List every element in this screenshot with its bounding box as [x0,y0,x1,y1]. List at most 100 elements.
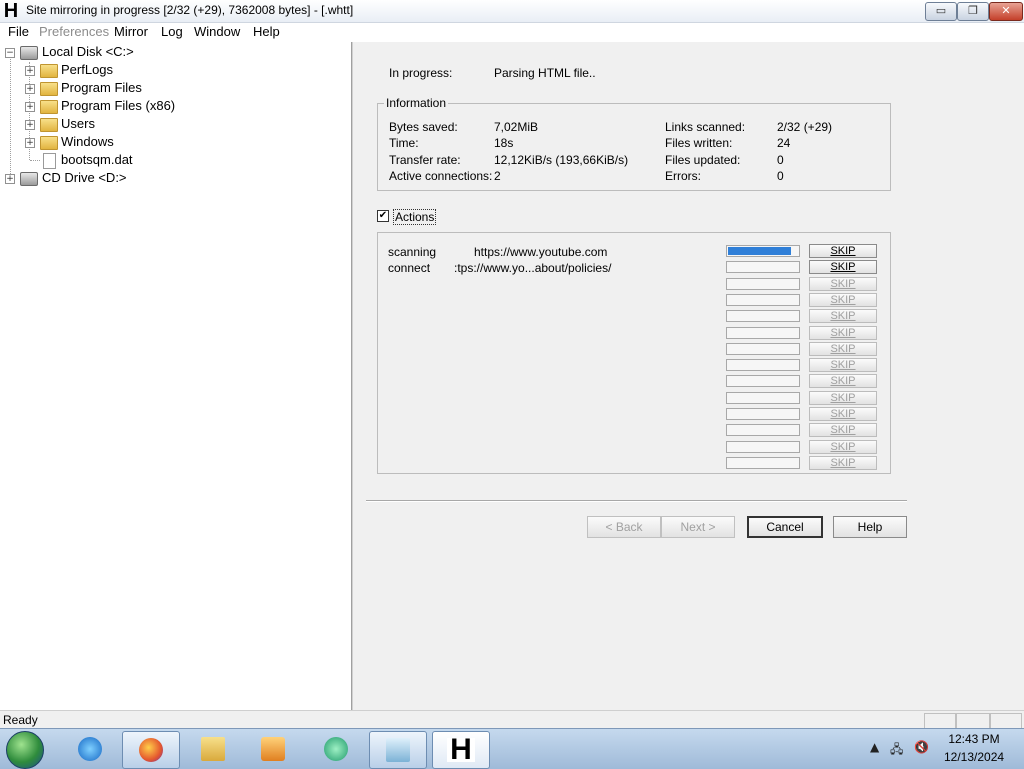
status-cell [924,713,956,729]
taskbar-media-player[interactable] [245,731,301,767]
taskbar-notepad[interactable] [369,731,427,769]
clock-time[interactable]: 12:43 PM [944,732,1004,746]
tree-item-program-files[interactable]: Program Files [61,79,142,97]
network-icon[interactable]: 🖧 [890,740,903,761]
action-url: https://www.youtube.com [474,245,608,259]
action-progress-bar [726,408,800,420]
action-progress-bar [726,342,800,355]
close-button[interactable]: ✕ [989,2,1023,21]
next-button[interactable]: Next > [661,516,735,538]
menu-preferences[interactable]: Preferences [39,24,109,39]
taskbar-file-explorer[interactable] [185,731,241,767]
title-bar: H Site mirroring in progress [2/32 (+29)… [0,0,1024,23]
transfer-rate-value: 12,12KiB/s (193,66KiB/s) [494,153,629,167]
expand-perflogs[interactable]: + [25,66,35,76]
menu-bar: File Preferences Mirror Log Window Help [0,23,1024,41]
menu-help[interactable]: Help [253,24,280,39]
skip-button[interactable]: SKIP [809,390,877,405]
tree-item-program-files-x86[interactable]: Program Files (x86) [61,97,175,115]
skip-button[interactable]: SKIP [809,439,877,454]
help-button[interactable]: Help [833,516,907,538]
menu-log[interactable]: Log [161,24,183,39]
transfer-rate-label: Transfer rate: [389,153,461,167]
media-player-icon [261,737,285,761]
actions-checkbox[interactable]: ✔ [377,210,389,222]
in-progress-label: In progress: [389,66,453,80]
skip-button[interactable]: SKIP [809,292,877,307]
folder-icon [40,118,58,132]
status-cell [956,713,990,729]
taskbar-firefox[interactable] [122,731,180,769]
tree-item-windows[interactable]: Windows [61,133,114,151]
files-updated-value: 0 [777,153,784,167]
show-hidden-icons-icon[interactable]: ▲ [870,740,879,754]
errors-label: Errors: [665,169,701,183]
files-updated-label: Files updated: [665,153,741,167]
expand-cd-drive[interactable]: + [5,174,15,184]
status-text: Ready [3,713,38,727]
tree-item-bootsqm[interactable]: bootsqm.dat [61,151,133,169]
actions-checkbox-label[interactable]: Actions [393,209,437,225]
skip-button[interactable]: SKIP [809,455,877,470]
minimize-button[interactable]: ▭ [925,2,957,21]
taskbar-internet-explorer[interactable] [62,731,118,767]
action-progress-bar [726,293,800,306]
taskbar-app-green[interactable] [308,731,364,767]
skip-button[interactable]: SKIP [809,358,877,373]
folder-icon [40,82,58,96]
expand-program-files[interactable]: + [25,84,35,94]
start-button[interactable] [6,731,44,769]
maximize-button[interactable]: ❐ [957,2,989,21]
menu-file[interactable]: File [8,24,29,39]
folder-icon [40,64,58,78]
active-connections-value: 2 [494,169,501,183]
bytes-saved-value: 7,02MiB [494,120,539,134]
files-written-value: 24 [777,136,791,150]
firefox-icon [139,738,163,762]
hard-disk-icon [20,46,38,60]
clock-date[interactable]: 12/13/2024 [944,750,1004,764]
skip-button[interactable]: SKIP [809,407,877,421]
skip-button[interactable]: SKIP [809,276,877,291]
action-progress-bar [726,261,800,274]
notepad-icon [386,738,410,762]
action-progress-bar [726,310,800,323]
skip-button[interactable]: SKIP [809,423,877,438]
action-progress-bar [726,375,800,388]
action-url: :tps://www.yo...about/policies/ [454,261,612,275]
errors-value: 0 [777,169,784,183]
tree-item-perflogs[interactable]: PerfLogs [61,61,113,79]
httrack-app-icon[interactable]: H [2,1,20,21]
folder-icon [201,737,225,761]
action-progress-bar [726,359,800,372]
links-scanned-label: Links scanned: [665,120,746,134]
menu-mirror[interactable]: Mirror [114,24,148,39]
collapse-local-disk[interactable]: − [5,48,15,58]
expand-users[interactable]: + [25,120,35,130]
expand-program-files-x86[interactable]: + [25,102,35,112]
progress-fill [728,247,791,255]
cancel-button[interactable]: Cancel [747,516,823,538]
action-status: connect [388,261,431,275]
internet-explorer-icon [78,737,102,761]
expand-windows[interactable]: + [25,138,35,148]
back-button[interactable]: < Back [587,516,661,538]
taskbar-httrack[interactable]: H [432,731,490,769]
menu-window[interactable]: Window [194,24,240,39]
tree-item-local-disk[interactable]: Local Disk <C:> [42,43,134,61]
httrack-icon: H [447,735,475,765]
skip-button[interactable]: SKIP [809,244,877,258]
folder-icon [40,136,58,150]
skip-button[interactable]: SKIP [809,374,877,389]
in-progress-value: Parsing HTML file.. [494,66,596,80]
skip-button[interactable]: SKIP [809,260,877,275]
folder-tree[interactable]: − Local Disk <C:> + PerfLogs + Program F… [0,42,352,710]
tree-item-users[interactable]: Users [61,115,95,133]
tree-item-cd-drive[interactable]: CD Drive <D:> [42,169,127,187]
skip-button[interactable]: SKIP [809,325,877,340]
time-label: Time: [389,136,419,150]
volume-muted-icon[interactable]: 🔇 [914,740,929,754]
action-progress-bar [726,424,800,437]
skip-button[interactable]: SKIP [809,341,877,356]
skip-button[interactable]: SKIP [809,309,877,324]
